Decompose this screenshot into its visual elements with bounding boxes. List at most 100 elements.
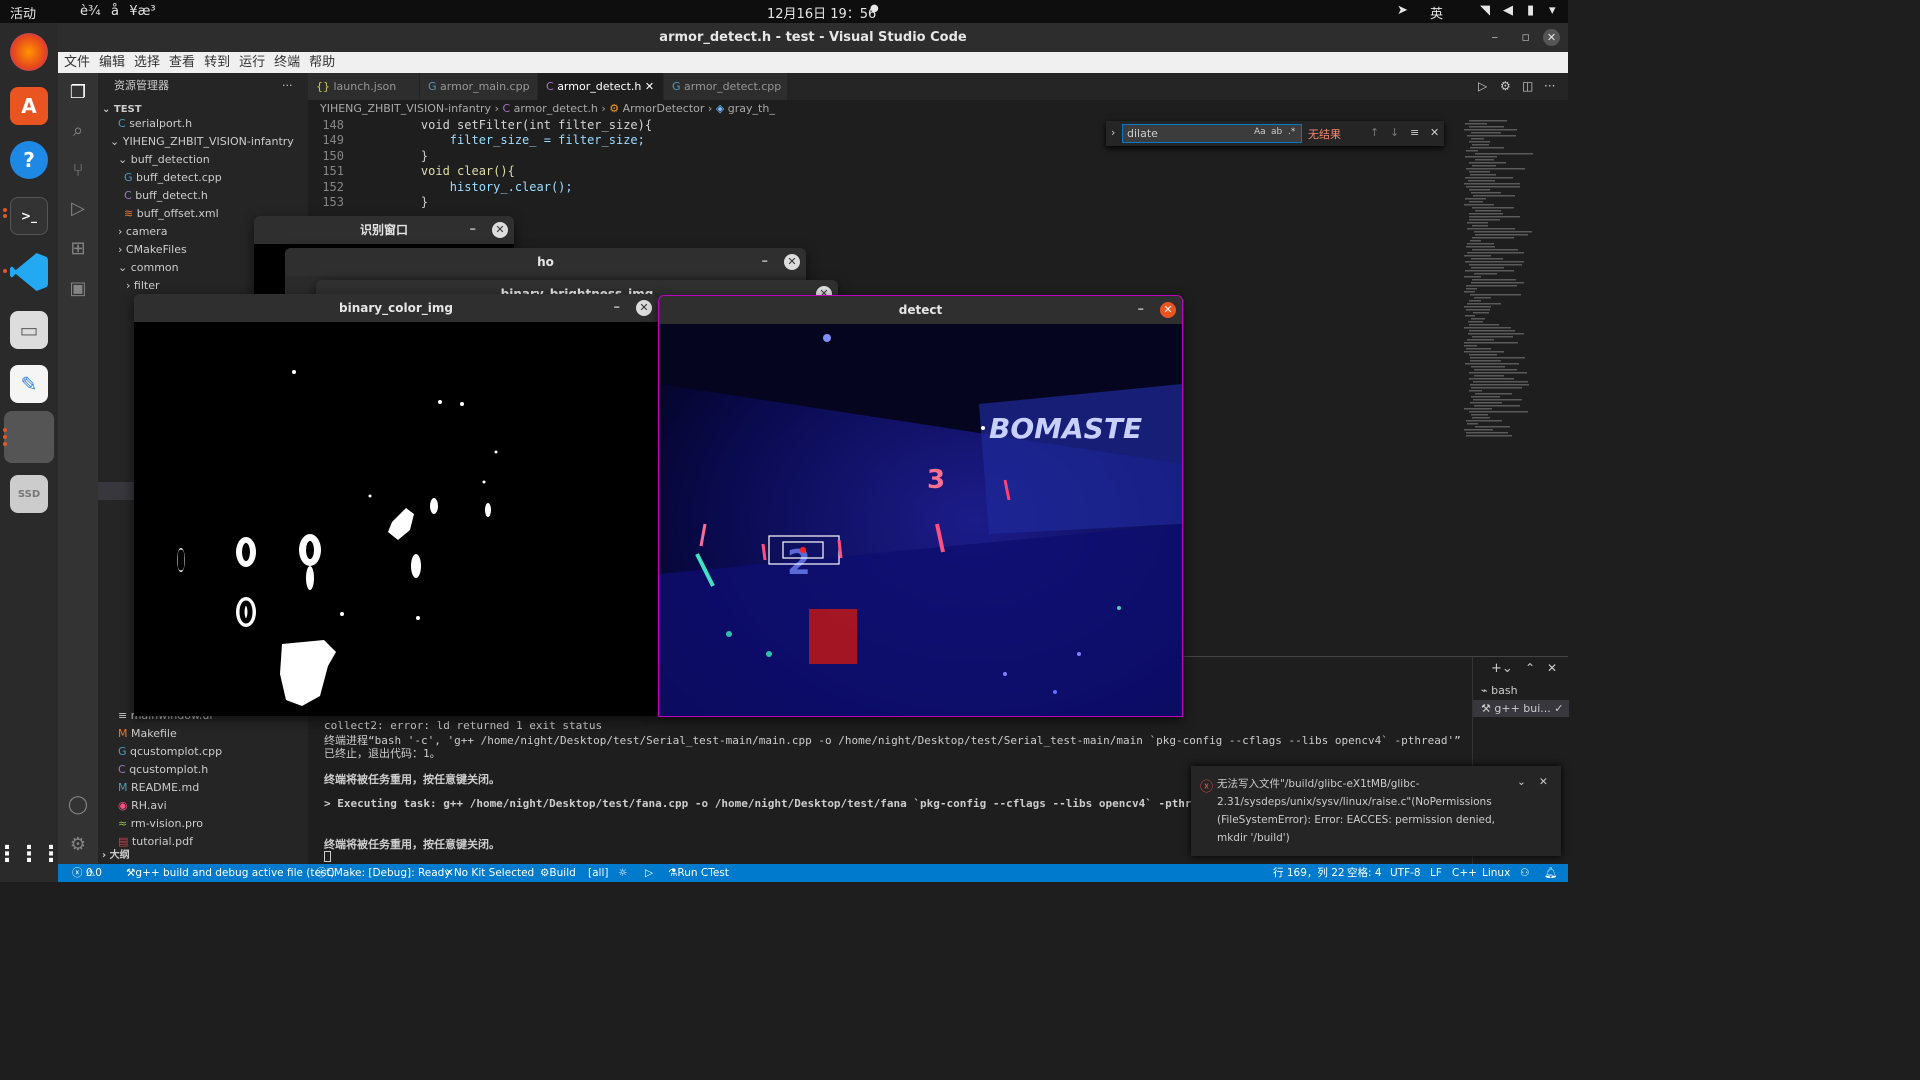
debug-icon[interactable]: ☼ (618, 864, 627, 882)
send-icon[interactable]: ➤ (1397, 3, 1408, 18)
clock[interactable]: 12月16日 19：56 (767, 3, 876, 22)
breadcrumb-item[interactable]: gray_th_ (728, 102, 775, 115)
collapse-icon[interactable]: ⌄ (1517, 776, 1526, 788)
whole-word-toggle[interactable]: ab (1271, 127, 1282, 137)
menu-go[interactable]: 转到 (201, 52, 233, 73)
volume-icon[interactable]: ◀ (1503, 3, 1513, 18)
notifications-bell-icon[interactable]: 🔔︎ (1544, 864, 1557, 882)
close-find-icon[interactable]: ✕ (1430, 126, 1439, 139)
run-icon[interactable]: ▷ (1478, 79, 1487, 93)
menu-view[interactable]: 查看 (166, 52, 198, 73)
menu-run[interactable]: 运行 (236, 52, 268, 73)
tree-folder[interactable]: ⌄ common (118, 259, 179, 277)
menu-help[interactable]: 帮助 (306, 52, 338, 73)
debug-settings-icon[interactable]: ⚙ (1500, 79, 1511, 93)
match-case-toggle[interactable]: Aa (1254, 127, 1266, 137)
window-titlebar[interactable]: binary_color_img – ✕ (134, 294, 658, 322)
new-terminal-icon[interactable]: +⌄ (1491, 661, 1513, 676)
tree-item[interactable]: ◉ RH.avi (118, 797, 167, 815)
remote-icon[interactable]: ▣ (66, 277, 90, 301)
wifi-icon[interactable]: ◥ (1480, 3, 1490, 18)
terminal-session-bash[interactable]: ⌁ bash (1481, 684, 1518, 697)
minimize-button[interactable]: – (1138, 296, 1145, 324)
toggle-replace-icon[interactable]: › (1111, 126, 1115, 139)
run-debug-icon[interactable]: ▷ (66, 197, 90, 221)
close-panel-icon[interactable]: ✕ (1547, 661, 1557, 675)
window-titlebar[interactable]: detect – ✕ (659, 296, 1182, 324)
tree-item[interactable]: G buff_detect.cpp (124, 169, 222, 187)
maximize-panel-icon[interactable]: ⌃ (1525, 661, 1535, 675)
account-icon[interactable]: ◯ (66, 793, 90, 817)
explorer-icon[interactable]: ❐ (66, 81, 90, 105)
cmake-status[interactable]: ⓘ CMake: [Debug]: Ready (316, 864, 451, 882)
minimize-button[interactable]: – (614, 294, 621, 322)
tree-folder[interactable]: › CMakeFiles (118, 241, 187, 259)
tab-launch-json[interactable]: {} launch.json (308, 73, 420, 100)
minimize-button[interactable]: – (470, 216, 477, 244)
files-icon[interactable]: ▭ (10, 311, 48, 349)
minimap[interactable] (1462, 118, 1562, 458)
help-icon[interactable]: ? (10, 141, 48, 179)
close-button[interactable]: ✕ (1160, 302, 1176, 318)
breadcrumb-item[interactable]: YIHENG_ZHBIT_VISION-infantry (320, 102, 491, 115)
minimize-button[interactable]: – (1492, 23, 1499, 52)
input-method-menu[interactable]: è¾å ¥æ³ (80, 3, 166, 20)
tree-item[interactable]: M README.md (118, 779, 199, 797)
menu-selection[interactable]: 选择 (131, 52, 163, 73)
ctest-button[interactable]: ⚗ Run CTest (668, 864, 729, 882)
tree-folder[interactable]: ⌄ YIHENG_ZHBIT_VISION-infantry (110, 133, 294, 151)
find-in-selection-icon[interactable]: ≡ (1410, 126, 1419, 139)
outline-section[interactable]: › 大纲 (102, 847, 130, 865)
problems-indicator[interactable]: ⓧ 0 ⚠ 0 (72, 864, 102, 882)
breadcrumb-item[interactable]: armor_detect.h (514, 102, 598, 115)
tree-folder[interactable]: ⌄ buff_detection (118, 151, 210, 169)
menu-edit[interactable]: 编辑 (96, 52, 128, 73)
tree-item[interactable]: C qcustomplot.h (118, 761, 208, 779)
live-share-icon[interactable]: ⚇ (1520, 864, 1529, 882)
battery-icon[interactable]: ▮ (1527, 3, 1534, 18)
terminal-session-build[interactable]: ⚒ g++ bui... ✓ (1473, 700, 1569, 717)
tree-item[interactable]: G qcustomplot.cpp (118, 743, 222, 761)
more-actions-icon[interactable]: ··· (282, 77, 293, 95)
maximize-button[interactable]: ▫ (1521, 23, 1530, 52)
language-indicator[interactable]: 英 (1430, 3, 1443, 22)
tab-armor-detect-cpp[interactable]: G armor_detect.cpp (664, 73, 788, 100)
tree-folder[interactable]: › camera (118, 223, 167, 241)
previous-match-icon[interactable]: ↑ (1370, 126, 1379, 139)
active-app-icon[interactable] (4, 411, 54, 463)
terminal-icon[interactable]: >_ (10, 197, 48, 235)
os-indicator[interactable]: Linux (1482, 864, 1510, 882)
split-editor-icon[interactable]: ◫ (1522, 79, 1533, 93)
text-editor-icon[interactable]: ✎ (10, 365, 48, 403)
tree-folder[interactable]: › filter (126, 277, 160, 295)
menu-terminal[interactable]: 终端 (271, 52, 303, 73)
minimize-button[interactable]: – (762, 248, 769, 276)
show-apps-icon[interactable]: ⋮⋮⋮ (0, 835, 62, 873)
software-center-icon[interactable]: A (10, 87, 48, 125)
close-button[interactable]: ✕ (784, 254, 800, 270)
firefox-icon[interactable] (10, 33, 48, 71)
tree-item[interactable]: C serialport.h (118, 115, 192, 133)
window-titlebar[interactable]: 识别窗口 – ✕ (254, 216, 514, 244)
editor-more-icon[interactable]: ··· (1544, 79, 1555, 93)
tree-item[interactable]: M Makefile (118, 725, 177, 743)
close-button[interactable]: ✕ (1543, 29, 1560, 46)
ssd-drive-icon[interactable]: SSD (10, 475, 48, 513)
indentation[interactable]: 空格: 4 (1347, 864, 1382, 882)
build-target[interactable]: [all] (588, 864, 608, 882)
tree-item[interactable]: ≋ buff_offset.xml (124, 205, 219, 223)
activities-button[interactable]: 活动 (10, 3, 36, 22)
close-button[interactable]: ✕ (636, 300, 652, 316)
build-task-status[interactable]: ⚒ g++ build and debug active file (test) (126, 864, 335, 882)
settings-gear-icon[interactable]: ⚙ (66, 833, 90, 857)
breadcrumb-item[interactable]: ArmorDetector (623, 102, 705, 115)
system-menu-icon[interactable]: ▾ (1549, 3, 1556, 18)
tab-armor-detect-h[interactable]: C armor_detect.h ✕ (538, 73, 664, 100)
line-ending[interactable]: LF (1430, 864, 1442, 882)
opencv-window-detect[interactable]: detect – ✕ BOMASTE 3 2 (658, 295, 1183, 717)
next-match-icon[interactable]: ↓ (1390, 126, 1399, 139)
tab-armor-main-cpp[interactable]: G armor_main.cpp (420, 73, 538, 100)
window-titlebar[interactable]: ho – ✕ (285, 248, 806, 276)
close-button[interactable]: ✕ (492, 222, 508, 238)
tab-close-icon[interactable]: ✕ (645, 80, 654, 93)
